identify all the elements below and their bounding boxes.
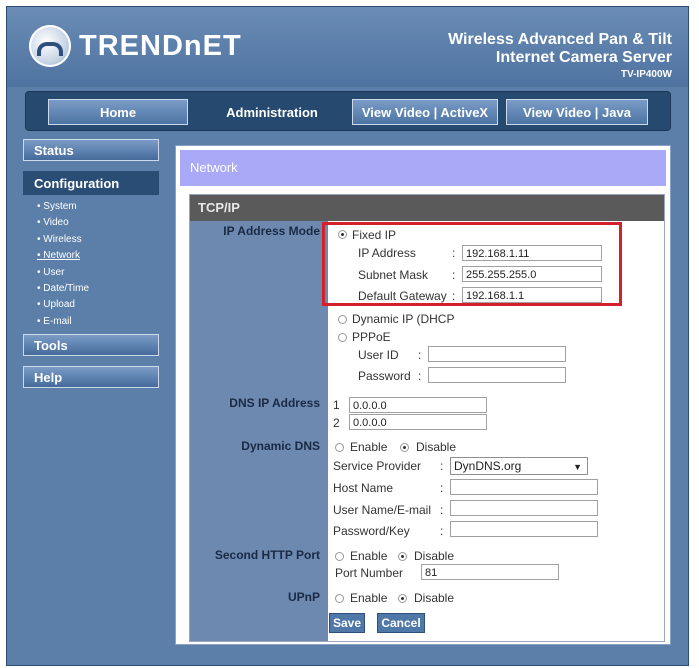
dns1-number: 1 [333,398,340,412]
nav-home-button[interactable]: Home [48,99,188,125]
product-model: TV-IP400W [620,69,672,80]
sidebar-item-network[interactable]: • Network [37,248,163,264]
password-key-sep: : [440,524,444,538]
service-provider-select[interactable]: DynDNS.org ▼ [450,457,588,475]
trendnet-logo-icon [29,25,71,67]
dns1-input[interactable]: 0.0.0.0 [349,397,487,413]
subnet-mask-label: Subnet Mask [358,268,429,282]
ip-address-sep: : [452,246,456,260]
upnp-disable-label: Disable [414,591,455,605]
brand-name: TRENDnET [79,29,242,62]
username-email-input[interactable] [450,500,598,516]
nav-administration-button[interactable]: Administration [200,99,344,125]
port-number-input[interactable]: 81 [421,564,559,580]
sidebar-config-submenu: • System • Video • Wireless • Network • … [23,195,163,334]
ip-address-input[interactable]: 192.168.1.11 [462,245,602,261]
save-button[interactable]: Save [329,613,365,633]
http2-disable-label: Disable [414,549,455,563]
ddns-label: Dynamic DNS [241,439,320,453]
sidebar-item-upload[interactable]: • Upload [37,297,163,313]
username-email-label: User Name/E-mail [333,503,432,517]
sidebar-status-button[interactable]: Status [23,139,159,161]
dns2-number: 2 [333,416,340,430]
sidebar-item-video[interactable]: • Video [37,215,163,231]
section-title: TCP/IP [190,195,664,221]
username-email-sep: : [440,503,444,517]
upnp-enable-radio[interactable] [335,594,344,603]
sidebar-item-email[interactable]: • E-mail [37,314,163,330]
product-title: Wireless Advanced Pan & Tilt Internet Ca… [448,31,672,80]
product-line2: Internet Camera Server [495,49,672,66]
sidebar-help-button[interactable]: Help [23,366,159,389]
sidebar-configuration-button[interactable]: Configuration [23,171,159,195]
default-gateway-input[interactable]: 192.168.1.1 [462,287,602,303]
host-name-sep: : [440,481,444,495]
password-key-label: Password/Key [333,524,410,538]
ip-address-label: IP Address [358,246,416,260]
upnp-enable-label: Enable [350,591,388,605]
service-provider-label: Service Provider [333,459,422,473]
upnp-disable-radio[interactable] [398,594,407,603]
http2-enable-label: Enable [350,549,388,563]
dhcp-label: Dynamic IP (DHCP [352,312,455,326]
product-line1: Wireless Advanced Pan & Tilt [448,31,672,48]
http2-disable-radio[interactable] [398,552,407,561]
service-provider-value: DynDNS.org [454,459,522,473]
sidebar-item-system[interactable]: • System [37,199,163,215]
dropdown-arrow-icon: ▼ [573,462,582,472]
pppoe-userid-input[interactable] [428,346,566,362]
ddns-disable-radio[interactable] [400,443,409,452]
nav-view-video-java-button[interactable]: View Video | Java [506,99,648,125]
fixed-ip-radio[interactable] [338,230,347,239]
service-provider-sep: : [440,459,444,473]
pppoe-label: PPPoE [352,330,391,344]
ddns-enable-radio[interactable] [335,443,344,452]
host-name-input[interactable] [450,479,598,495]
ddns-enable-label: Enable [350,440,388,454]
http2-enable-radio[interactable] [335,552,344,561]
pppoe-userid-sep: : [418,348,422,362]
cancel-button[interactable]: Cancel [377,613,425,633]
sidebar-tools-button[interactable]: Tools [23,334,159,357]
upnp-label: UPnP [287,590,320,604]
host-name-label: Host Name [333,481,394,495]
subnet-mask-input[interactable]: 255.255.255.0 [462,266,602,282]
default-gateway-sep: : [452,289,456,303]
default-gateway-label: Default Gateway [358,289,447,303]
sidebar: Status Configuration • System • Video • … [23,139,163,389]
dns2-input[interactable]: 0.0.0.0 [349,414,487,430]
dns-label: DNS IP Address [229,396,320,410]
pppoe-password-sep: : [418,369,422,383]
sidebar-item-date-time[interactable]: • Date/Time [37,281,163,297]
trendnet-logo: TRENDnET [29,25,242,67]
top-nav: Home Administration View Video | ActiveX… [25,91,671,131]
nav-view-video-activex-button[interactable]: View Video | ActiveX [352,99,498,125]
ip-mode-label: IP Address Mode [223,224,320,238]
subnet-mask-sep: : [452,268,456,282]
http2-label: Second HTTP Port [214,548,320,562]
pppoe-userid-label: User ID [358,348,399,362]
port-number-label: Port Number [335,566,404,580]
pppoe-password-input[interactable] [428,367,566,383]
pppoe-radio[interactable] [338,333,347,342]
password-key-input[interactable] [450,521,598,537]
label-column [190,221,328,641]
page-title: Network [180,150,666,186]
sidebar-item-wireless[interactable]: • Wireless [37,232,163,248]
header: TRENDnET Wireless Advanced Pan & Tilt In… [7,7,688,87]
pppoe-password-label: Password [358,369,411,383]
sidebar-item-user[interactable]: • User [37,265,163,281]
ddns-disable-label: Disable [416,440,457,454]
dhcp-radio[interactable] [338,315,347,324]
fixed-ip-label: Fixed IP [352,228,397,242]
